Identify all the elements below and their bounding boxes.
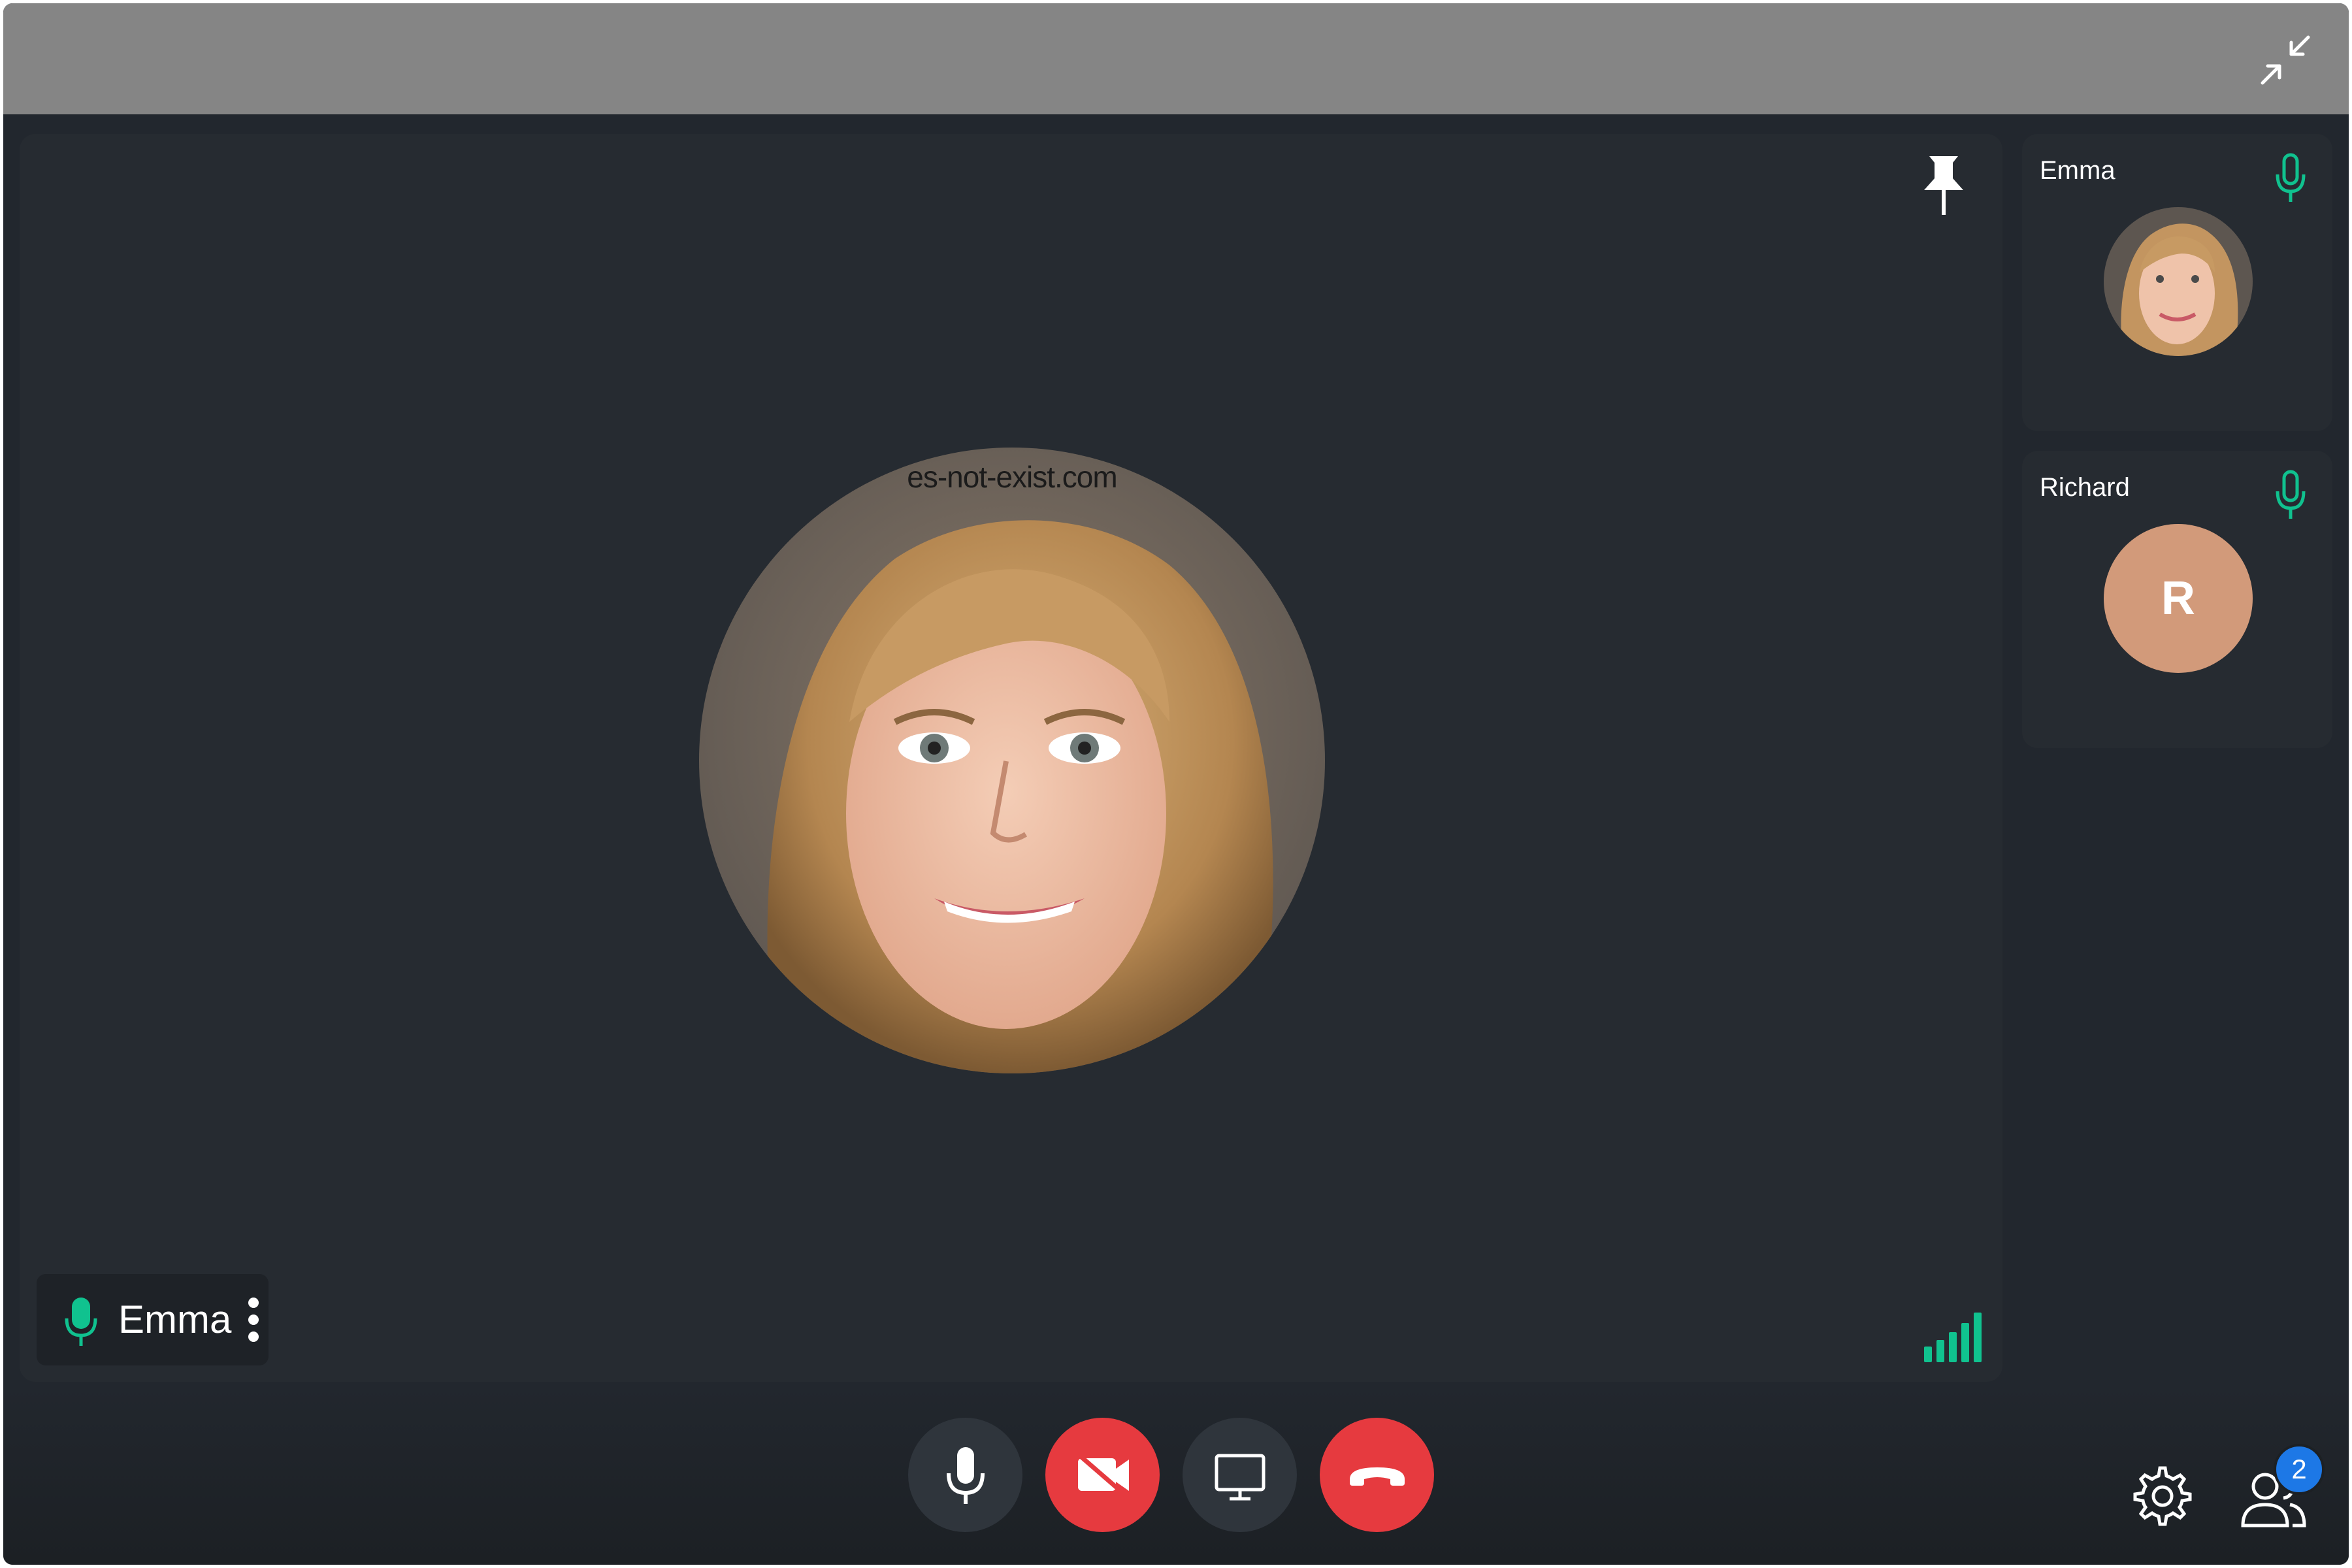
mute-microphone-button[interactable] [908, 1418, 1022, 1532]
share-screen-button[interactable] [1183, 1418, 1297, 1532]
microphone-icon [65, 1298, 97, 1346]
toggle-camera-button[interactable] [1045, 1418, 1160, 1532]
title-bar [3, 3, 2349, 114]
end-call-button[interactable] [1320, 1418, 1434, 1532]
speaker-name: Emma [118, 1298, 232, 1341]
hang-up-icon [1350, 1467, 1405, 1486]
avatar [2104, 207, 2253, 356]
gear-icon [2133, 1466, 2192, 1526]
microphone-icon [2276, 470, 2306, 519]
participant-name: Richard [2040, 473, 2130, 502]
participant-count-badge: 2 [2274, 1444, 2325, 1495]
more-vertical-icon[interactable] [246, 1294, 261, 1346]
participant-card-richard[interactable]: Richard R [2022, 451, 2332, 748]
call-controls-bar [3, 1385, 2349, 1565]
avatar-initial: R [2104, 524, 2253, 673]
minimize-button[interactable] [2259, 33, 2312, 87]
signal-strength-icon [1924, 1313, 1982, 1362]
participant-name: Emma [2040, 156, 2115, 185]
watermark-text: es-not-exist.com [907, 460, 1117, 494]
settings-button[interactable] [2130, 1463, 2195, 1529]
minimize-arrows-icon [2261, 35, 2310, 85]
microphone-icon [2276, 153, 2306, 202]
video-call-window: es-not-exist.com Emma Emma Richard R 2 [3, 3, 2349, 1565]
screen-share-icon [1215, 1454, 1266, 1501]
camera-off-icon [1078, 1455, 1129, 1497]
speaker-name-tag: Emma [37, 1274, 269, 1365]
main-video-stage: es-not-exist.com Emma [20, 134, 2002, 1382]
participant-card-emma[interactable]: Emma [2022, 134, 2332, 431]
speaker-avatar: es-not-exist.com [699, 448, 1325, 1073]
pin-icon[interactable] [1918, 154, 1970, 216]
microphone-icon [947, 1447, 985, 1504]
